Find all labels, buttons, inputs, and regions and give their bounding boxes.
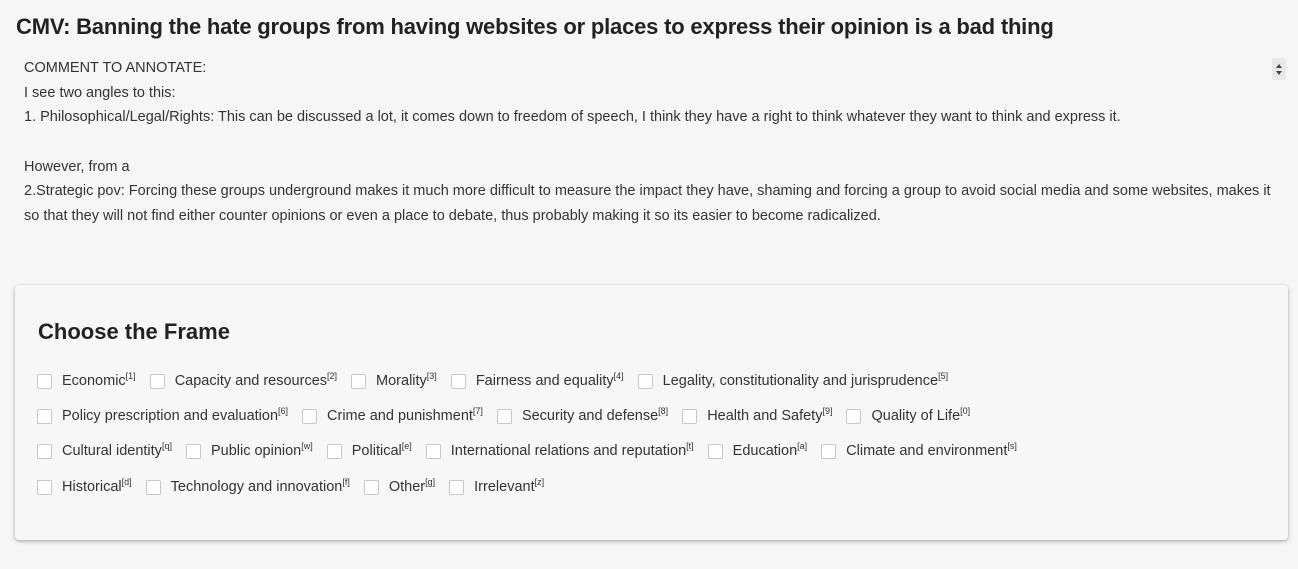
shortcut-key: [a] xyxy=(797,441,808,452)
frame-option-capacity-and-resources[interactable]: Capacity and resources[2] xyxy=(149,371,338,389)
checkbox[interactable] xyxy=(37,408,52,424)
comment-line-3 xyxy=(24,130,1288,155)
frame-option-label: International relations and reputation xyxy=(450,443,687,459)
frame-option-label: Security and defense xyxy=(521,408,659,424)
frame-row-4: Historical[d] Technology and innovation[… xyxy=(37,477,558,497)
frame-option-morality[interactable]: Morality[3] xyxy=(351,371,437,389)
shortcut-key: [6] xyxy=(278,406,289,417)
shortcut-key: [e] xyxy=(401,441,412,452)
frame-row-2: Policy prescription and evaluation[6] Cr… xyxy=(37,406,984,426)
frame-option-label: Policy prescription and evaluation xyxy=(62,408,279,424)
frame-option-crime-and-punishment[interactable]: Crime and punishment[7] xyxy=(302,406,483,424)
shortcut-key: [w] xyxy=(301,441,313,452)
frame-option-label: Other xyxy=(388,479,426,495)
frame-option-political[interactable]: Political[e] xyxy=(326,441,412,459)
checkbox[interactable] xyxy=(496,408,512,424)
comment-line-1: I see two angles to this: xyxy=(24,84,176,101)
frame-card: Choose the Frame Economic[1] Capacity an… xyxy=(15,285,1288,540)
frame-option-economic[interactable]: Economic[1] xyxy=(37,371,136,389)
frame-option-quality-of-life[interactable]: Quality of Life[0] xyxy=(846,406,971,424)
checkbox[interactable] xyxy=(37,373,52,389)
checkbox[interactable] xyxy=(363,479,379,495)
checkbox[interactable] xyxy=(846,408,862,424)
shortcut-key: [7] xyxy=(472,406,483,417)
frame-option-label: Political xyxy=(351,443,402,459)
frame-option-label: Public opinion xyxy=(210,443,302,459)
comment-line-5: 2.Strategic pov: Forcing these groups un… xyxy=(24,183,1271,224)
checkbox[interactable] xyxy=(821,443,837,459)
checkbox[interactable] xyxy=(326,443,342,459)
checkbox[interactable] xyxy=(37,443,52,459)
frame-option-other[interactable]: Other[g] xyxy=(363,477,436,495)
shortcut-key: [d] xyxy=(121,477,132,488)
frame-option-health-and-safety[interactable]: Health and Safety[9] xyxy=(682,406,833,424)
frame-option-technology-and-innovation[interactable]: Technology and innovation[f] xyxy=(145,477,350,495)
frame-option-irrelevant[interactable]: Irrelevant[z] xyxy=(449,477,545,495)
checkbox[interactable] xyxy=(682,408,698,424)
frame-option-label: Health and Safety xyxy=(707,408,823,424)
frame-option-policy-prescription[interactable]: Policy prescription and evaluation[6] xyxy=(37,406,289,424)
frame-option-label: Fairness and equality xyxy=(475,373,614,389)
shortcut-key: [g] xyxy=(425,477,436,488)
checkbox[interactable] xyxy=(351,373,367,389)
shortcut-key: [8] xyxy=(658,406,669,417)
frame-option-cultural-identity[interactable]: Cultural identity[q] xyxy=(37,441,172,459)
checkbox[interactable] xyxy=(185,443,201,459)
frame-option-fairness-and-equality[interactable]: Fairness and equality[4] xyxy=(450,371,624,389)
frame-row-3: Cultural identity[q] Public opinion[w] P… xyxy=(37,441,1031,461)
comment-line-2: 1. Philosophical/Legal/Rights: This can … xyxy=(24,109,1121,125)
frame-option-label: Quality of Life xyxy=(871,408,961,424)
frame-option-label: Education xyxy=(732,443,798,459)
frame-option-education[interactable]: Education[a] xyxy=(707,441,808,459)
checkbox[interactable] xyxy=(450,373,466,389)
frame-card-title: Choose the Frame xyxy=(38,319,230,344)
shortcut-key: [2] xyxy=(327,371,338,382)
frame-option-international-relations[interactable]: International relations and reputation[t… xyxy=(425,441,694,459)
frame-option-legality[interactable]: Legality, constitutionality and jurispru… xyxy=(637,371,949,389)
checkbox[interactable] xyxy=(425,443,441,459)
shortcut-key: [9] xyxy=(822,406,833,417)
arrow-up-icon[interactable] xyxy=(1276,63,1282,68)
shortcut-key: [t] xyxy=(686,441,694,452)
frame-option-historical[interactable]: Historical[d] xyxy=(37,477,132,495)
scroll-spinner[interactable] xyxy=(1272,58,1286,80)
comment-label: COMMENT TO ANNOTATE: xyxy=(24,60,207,76)
shortcut-key: [5] xyxy=(938,371,949,382)
shortcut-key: [s] xyxy=(1007,441,1017,452)
frame-option-label: Irrelevant xyxy=(474,479,535,495)
checkbox[interactable] xyxy=(37,479,52,495)
frame-option-label: Historical xyxy=(62,479,122,495)
frame-option-label: Climate and environment xyxy=(846,443,1008,459)
page-title: CMV: Banning the hate groups from having… xyxy=(16,14,1054,39)
checkbox[interactable] xyxy=(707,443,723,459)
frame-option-label: Capacity and resources xyxy=(174,373,328,389)
comment-line-4: However, from a xyxy=(24,158,130,175)
checkbox[interactable] xyxy=(449,479,465,495)
frame-row-1: Economic[1] Capacity and resources[2] Mo… xyxy=(37,371,962,391)
frame-option-label: Legality, constitutionality and jurispru… xyxy=(662,373,939,389)
frame-option-public-opinion[interactable]: Public opinion[w] xyxy=(185,441,313,459)
frame-option-label: Morality xyxy=(376,373,427,389)
shortcut-key: [f] xyxy=(342,477,350,488)
frame-option-climate-and-environment[interactable]: Climate and environment[s] xyxy=(821,441,1017,459)
arrow-down-icon[interactable] xyxy=(1276,70,1282,75)
shortcut-key: [1] xyxy=(125,371,136,382)
shortcut-key: [3] xyxy=(426,371,437,382)
frame-option-label: Economic xyxy=(62,373,126,389)
checkbox[interactable] xyxy=(145,479,161,495)
checkbox[interactable] xyxy=(149,373,165,389)
checkbox[interactable] xyxy=(637,373,653,389)
frame-option-label: Technology and innovation xyxy=(170,479,343,495)
checkbox[interactable] xyxy=(302,408,318,424)
shortcut-key: [0] xyxy=(960,406,971,417)
shortcut-key: [z] xyxy=(534,477,545,488)
frame-option-security-and-defense[interactable]: Security and defense[8] xyxy=(496,406,669,424)
comment-box: COMMENT TO ANNOTATE: I see two angles to… xyxy=(24,56,1288,242)
annotation-page: CMV: Banning the hate groups from having… xyxy=(0,0,1298,569)
shortcut-key: [q] xyxy=(161,441,172,452)
frame-option-label: Crime and punishment xyxy=(327,408,473,424)
frame-option-label: Cultural identity xyxy=(62,443,162,459)
shortcut-key: [4] xyxy=(613,371,624,382)
